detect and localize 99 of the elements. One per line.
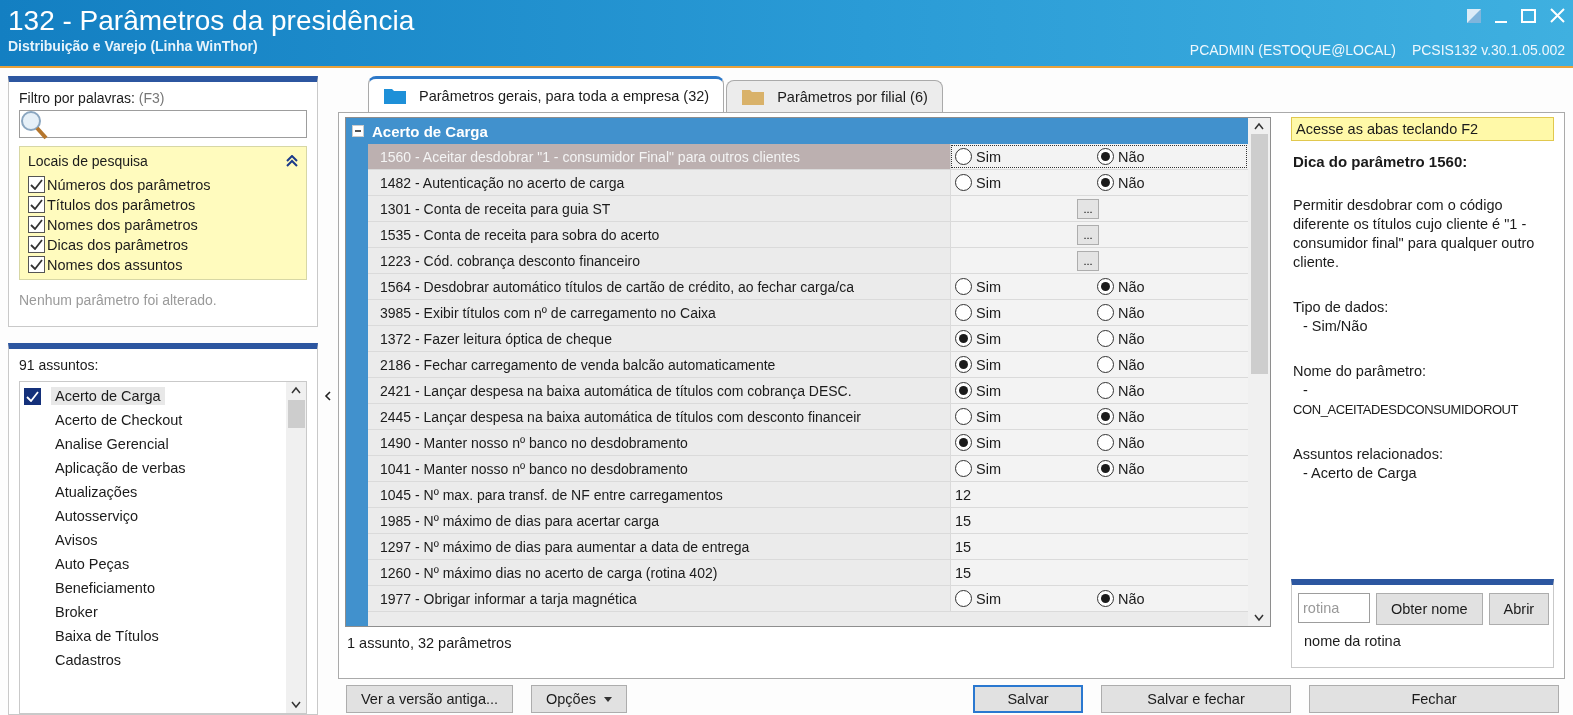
radio-option[interactable]: Não [1097, 356, 1239, 373]
notice-text: Acesse as abas teclando F2 [1291, 117, 1554, 141]
section-heading: Tipo de dados: [1293, 298, 1390, 317]
version-label: v.30.1.05.002 [1481, 42, 1565, 58]
subject-item[interactable]: Broker [51, 603, 102, 621]
status-text: Nenhum parâmetro foi alterado. [19, 292, 218, 308]
tab[interactable]: Parâmetros por filial (6) [726, 80, 943, 112]
routine-field[interactable]: rotina [1298, 593, 1370, 623]
radio-option[interactable]: Sim [955, 590, 1097, 607]
radio-option[interactable]: Não [1097, 174, 1239, 191]
footer-button[interactable]: Salvar e fechar [1101, 685, 1291, 713]
scroll-up-icon [291, 386, 301, 394]
radio-option[interactable]: Sim [955, 174, 1097, 191]
routine-name: nome da rotina [1303, 633, 1402, 649]
checkbox[interactable] [28, 196, 45, 213]
radio-option[interactable]: Não [1097, 278, 1239, 295]
section-line: - Acerto de Carga [1302, 464, 1417, 483]
scroll-down-icon [1254, 614, 1264, 622]
subject-item[interactable]: Atualizações [51, 483, 142, 501]
subject-item[interactable]: Cadastros [51, 651, 126, 669]
radio-option[interactable]: Sim [955, 382, 1097, 399]
subject-item[interactable]: Analise Gerencial [51, 435, 173, 453]
program-label: PCSIS132 v.30.1.05.002 [1411, 42, 1565, 58]
parameter-value[interactable]: 15 [955, 512, 972, 529]
radio-option[interactable]: Sim [955, 408, 1097, 425]
checkbox-label: Dicas dos parâmetros [47, 236, 189, 253]
radio-option[interactable]: Sim [955, 304, 1097, 321]
scroll-thumb[interactable] [1250, 134, 1268, 374]
radio-option[interactable]: Não [1097, 434, 1239, 451]
scrollbar[interactable] [1248, 118, 1270, 626]
routine-button[interactable]: Obter nome [1376, 593, 1483, 625]
section-line: - [1302, 381, 1308, 400]
checkbox[interactable] [28, 256, 45, 273]
radio-option[interactable]: Sim [955, 148, 1097, 165]
scroll-up-icon [1254, 122, 1264, 130]
collapse-icon[interactable] [286, 155, 298, 167]
routine-button[interactable]: Abrir [1488, 593, 1550, 625]
ellipsis-button[interactable]: ... [1077, 250, 1099, 271]
collapse-left-icon[interactable] [324, 390, 332, 401]
subject-item[interactable]: Acerto de Carga [51, 387, 165, 405]
radio-option[interactable]: Não [1097, 330, 1239, 347]
checkbox-label: Títulos dos parâmetros [47, 196, 196, 213]
section-line: CON_ACEITADESDCONSUMIDOROUT [1293, 401, 1519, 419]
subjects-count: 91 assuntos: [19, 357, 100, 373]
checkbox-label: Nomes dos assuntos [47, 256, 183, 273]
checkbox[interactable] [28, 216, 45, 233]
subject-item[interactable]: Acerto de Checkout [51, 411, 187, 429]
radio-option[interactable]: Não [1097, 590, 1239, 607]
checkbox[interactable] [24, 387, 41, 405]
search-places-title: Locais de pesquisa [28, 153, 148, 169]
folder-icon [383, 86, 407, 105]
search-icon [20, 109, 50, 141]
footer-button[interactable]: Ver a versão antiga... [346, 685, 514, 713]
subject-item[interactable]: Avisos [51, 531, 102, 549]
radio-option[interactable]: Não [1097, 408, 1239, 425]
help-description: Permitir desdobrar com o código diferente os títulos cujo cliente é "1 - consumidor final" para qualquer outro cliente. [1293, 196, 1536, 272]
ellipsis-button[interactable]: ... [1077, 224, 1099, 245]
section-heading: Assuntos relacionados: [1293, 445, 1444, 464]
checkbox[interactable] [28, 176, 45, 193]
radio-option[interactable]: Sim [955, 434, 1097, 451]
subject-item[interactable]: Baixa de Títulos [51, 627, 163, 645]
ellipsis-button[interactable]: ... [1077, 198, 1099, 219]
radio-option[interactable]: Sim [955, 356, 1097, 373]
window-title: 132 - Parâmetros da presidência [8, 4, 415, 38]
help-title: Dica do parâmetro 1560: [1293, 153, 1469, 170]
radio-option[interactable]: Não [1097, 382, 1239, 399]
radio-option[interactable]: Sim [955, 460, 1097, 477]
scroll-down-icon [291, 701, 301, 709]
footer-button[interactable]: Fechar [1309, 685, 1559, 713]
section-heading: Nome do parâmetro: [1293, 362, 1427, 381]
folder-icon [741, 87, 766, 106]
scroll-thumb[interactable] [287, 400, 305, 428]
checkbox[interactable] [28, 236, 45, 253]
grid-status: 1 assunto, 32 parâmetros [346, 634, 513, 653]
radio-option[interactable]: Não [1097, 304, 1239, 321]
shortcut-hint: (F3) [138, 90, 165, 106]
group-header: Acerto de Carga [372, 122, 488, 140]
subject-item[interactable]: Aplicação de verbas [51, 459, 190, 477]
window-subtitle: Distribuição e Varejo (Linha WinThor) [8, 38, 259, 54]
parameter-value[interactable]: 12 [955, 486, 972, 503]
radio-option[interactable]: Sim [955, 278, 1097, 295]
checkbox-label: Números dos parâmetros [47, 176, 211, 193]
footer-button[interactable]: Opções [531, 685, 627, 713]
parameter-value[interactable]: 15 [955, 564, 972, 581]
subject-item[interactable]: Auto Peças [51, 555, 134, 573]
checkbox-label: Nomes dos parâmetros [47, 216, 198, 233]
footer-button[interactable]: Salvar [973, 685, 1083, 713]
subject-item[interactable]: Autosserviço [51, 507, 142, 525]
tab[interactable]: Parâmetros gerais, para toda a empresa (32) [368, 76, 725, 112]
section-line: - Sim/Não [1302, 317, 1368, 336]
radio-option[interactable]: Sim [955, 330, 1097, 347]
radio-option[interactable]: Não [1097, 460, 1239, 477]
scrollbar[interactable] [286, 382, 306, 713]
search-field[interactable] [19, 110, 307, 138]
filter-label: Filtro por palavras: [19, 90, 135, 106]
user-label: PCADMIN (ESTOQUE@LOCAL) [1189, 42, 1396, 58]
subject-item[interactable]: Beneficiamento [51, 579, 159, 597]
radio-option[interactable]: Não [1097, 148, 1239, 165]
parameter-value[interactable]: 15 [955, 538, 972, 555]
